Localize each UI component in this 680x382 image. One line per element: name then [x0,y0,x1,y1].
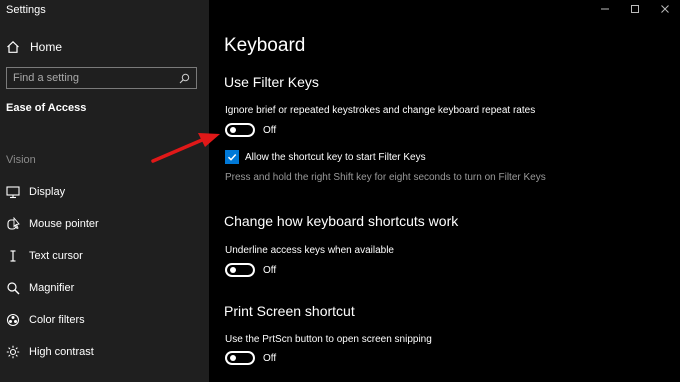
sidebar-item-high-contrast[interactable]: High contrast [0,336,209,368]
sidebar-item-text-cursor[interactable]: Text cursor [0,240,209,272]
sidebar-item-label: Display [29,186,66,198]
home-icon [7,40,19,53]
filter-keys-heading: Use Filter Keys [224,74,319,90]
underline-access-keys-description: Underline access keys when available [225,245,394,256]
filter-keys-description: Ignore brief or repeated keystrokes and … [225,105,536,116]
toggle-track[interactable] [225,351,255,365]
close-icon [661,5,669,13]
home-label: Home [30,40,63,54]
toggle-state-label: Off [263,264,277,276]
mouse-pointer-icon [7,217,20,230]
toggle-state-label: Off [263,352,277,364]
filter-keys-toggle[interactable]: Off [225,123,276,137]
toggle-knob [230,267,236,273]
filter-keys-hint: Press and hold the right Shift key for e… [225,172,546,183]
sidebar-item-display[interactable]: Display [0,176,209,208]
maximize-button[interactable] [620,0,650,18]
sidebar-item-label: Color filters [29,314,85,326]
sidebar-item-magnifier[interactable]: Magnifier [0,272,209,304]
search-box[interactable] [6,67,197,89]
sidebar-nav: Display Mouse pointer Text cursor Magnif… [0,176,209,368]
minimize-button[interactable] [590,0,620,18]
print-screen-description: Use the PrtScn button to open screen sni… [225,334,432,345]
sidebar-item-label: High contrast [29,346,94,358]
toggle-knob [230,355,236,361]
search-input[interactable] [13,72,179,84]
toggle-track[interactable] [225,263,255,277]
print-screen-heading: Print Screen shortcut [224,303,355,319]
sidebar-item-label: Text cursor [29,250,83,262]
section-heading: Ease of Access [6,102,87,114]
print-screen-toggle[interactable]: Off [225,351,276,365]
checkbox-label: Allow the shortcut key to start Filter K… [245,151,426,163]
page-title: Keyboard [224,35,306,56]
sidebar-item-label: Magnifier [29,282,75,294]
sidebar: Settings Home Ease of Access Vision Disp… [0,0,209,382]
app-title: Settings [6,4,46,16]
shortcuts-heading: Change how keyboard shortcuts work [224,213,459,229]
window-controls [590,0,680,18]
magnifier-icon [7,282,20,295]
sidebar-item-mouse-pointer[interactable]: Mouse pointer [0,208,209,240]
minimize-icon [601,8,609,10]
maximize-icon [631,5,639,13]
filter-keys-shortcut-checkbox-row[interactable]: Allow the shortcut key to start Filter K… [225,150,426,164]
checkmark-icon [227,153,237,161]
main-content: Keyboard Use Filter Keys Ignore brief or… [209,0,680,382]
underline-access-keys-toggle[interactable]: Off [225,263,276,277]
toggle-knob [230,127,236,133]
sidebar-item-color-filters[interactable]: Color filters [0,304,209,336]
toggle-state-label: Off [263,124,277,136]
sidebar-item-label: Mouse pointer [29,218,99,230]
close-button[interactable] [650,0,680,18]
text-cursor-icon [10,250,16,262]
high-contrast-icon [6,345,20,359]
group-label-vision: Vision [6,154,36,166]
toggle-track[interactable] [225,123,255,137]
monitor-icon [6,186,20,199]
search-icon[interactable] [179,73,190,84]
filter-keys-shortcut-checkbox[interactable] [225,150,239,164]
color-filters-icon [6,313,20,327]
home-nav-item[interactable]: Home [6,39,62,55]
